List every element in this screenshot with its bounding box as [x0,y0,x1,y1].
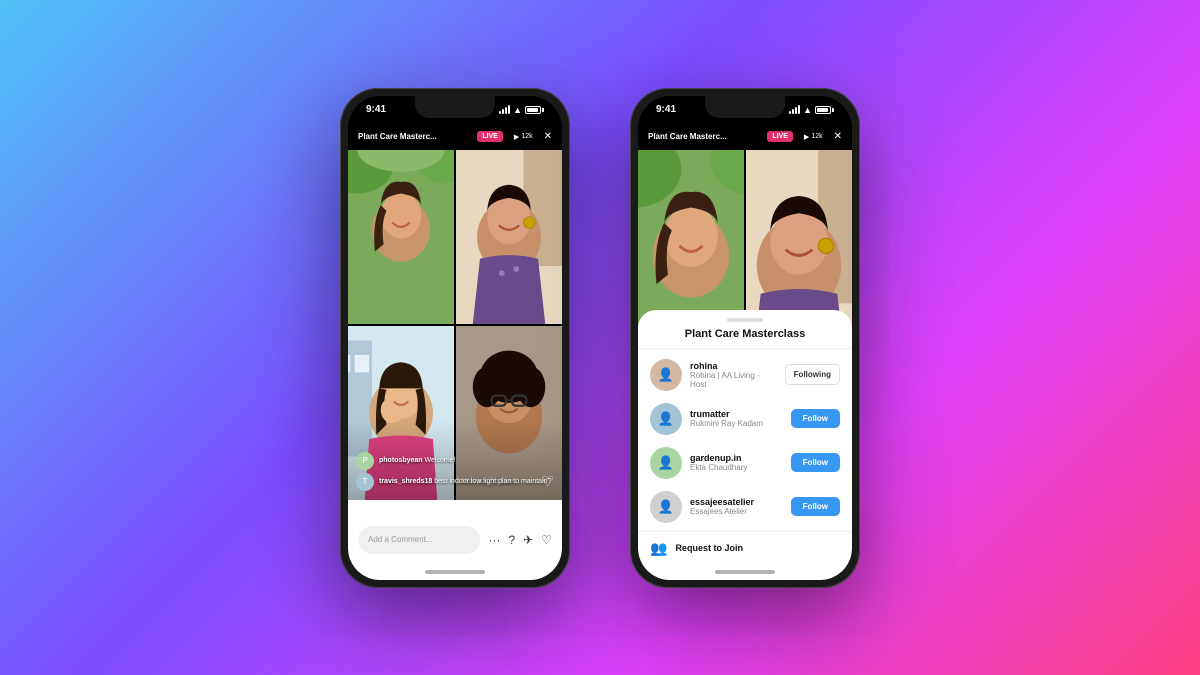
follow-button-essajees[interactable]: Follow [791,497,840,516]
viewers-icon: ▶ [514,133,519,141]
user-avatar-rohina: 👤 [650,359,682,391]
battery-icon [525,106,544,114]
live-title-1: Plant Care Masterc... [358,132,471,141]
user-info-essajees: essajeesatelier Essajees Atelier [690,497,783,516]
home-indicator-1 [425,570,485,574]
chat-message-2: T travis_shreds18 best indoor low light … [356,473,554,491]
notch [415,96,495,118]
chat-text-2: travis_shreds18 best indoor low light pl… [379,478,551,485]
live-header-1: Plant Care Masterc... LIVE ▶ 12k ✕ [348,124,562,150]
comment-input[interactable]: Add a Comment... [358,526,480,554]
heart-icon-1: ♡ [541,473,554,490]
user-row-essajees: 👤 essajeesatelier Essajees Atelier Follo… [638,485,852,529]
viewers-badge-1: ▶ 12k [509,131,538,143]
viewers-badge-2: ▶ 12k [799,131,828,143]
bottom-bar-1: Add a Comment... ··· ? ✈ ♡ [348,500,562,580]
more-options-button[interactable]: ··· [488,533,500,547]
modal-title: Plant Care Masterclass [638,328,852,340]
username-essajees: essajeesatelier [690,497,783,507]
status-icons-1: ▲ [499,105,544,115]
request-join-row[interactable]: 👥 Request to Join [638,531,852,565]
user-row-gardenup: 👤 gardenup.in Ekta Chaudhary Follow [638,441,852,485]
user-sub-trumatter: Rukmini Ray Kadam [690,419,783,428]
live-badge-2: LIVE [767,131,793,142]
user-avatar-trumatter: 👤 [650,403,682,435]
following-button-rohina[interactable]: Following [785,364,840,385]
user-avatar-gardenup: 👤 [650,447,682,479]
battery-icon-2 [815,106,834,114]
chat-message-1: P photosbyean Welcome! [356,452,554,470]
user-avatar-essajees: 👤 [650,491,682,523]
username-gardenup: gardenup.in [690,453,783,463]
live-badge-1: LIVE [477,131,503,142]
follow-button-trumatter[interactable]: Follow [791,409,840,428]
user-row-rohina: 👤 rohina Rohina | AA Living · Host Follo… [638,353,852,397]
user-sub-rohina: Rohina | AA Living · Host [690,371,777,389]
video-cell-1 [348,150,454,324]
modal-sheet: Plant Care Masterclass 👤 rohina Rohina |… [638,310,852,580]
request-join-text: Request to Join [675,543,743,553]
live-header-2: Plant Care Masterc... LIVE ▶ 12k ✕ [638,124,852,150]
dm-icon[interactable]: ✈ [523,533,533,547]
status-time-1: 9:41 [366,104,386,115]
wifi-icon-2: ▲ [803,105,812,115]
home-indicator-2 [715,570,775,574]
username-trumatter: trumatter [690,409,783,419]
chat-text-1: photosbyean Welcome! [379,457,456,464]
user-row-trumatter: 👤 trumatter Rukmini Ray Kadam Follow [638,397,852,441]
notch-2 [705,96,785,118]
video-cell-2 [456,150,562,324]
signal-icon [499,105,510,114]
user-sub-essajees: Essajees Atelier [690,507,783,516]
chat-avatar-1: P [356,452,374,470]
user-info-gardenup: gardenup.in Ekta Chaudhary [690,453,783,472]
status-icons-2: ▲ [789,105,834,115]
like-icon[interactable]: ♡ [541,533,552,547]
request-join-icon: 👥 [650,540,667,557]
signal-icon-2 [789,105,800,114]
user-info-trumatter: trumatter Rukmini Ray Kadam [690,409,783,428]
chat-avatar-2: T [356,473,374,491]
viewers-icon-2: ▶ [804,133,809,141]
chat-overlay: P photosbyean Welcome! T travis_shreds18… [348,420,562,500]
user-sub-gardenup: Ekta Chaudhary [690,463,783,472]
close-button-1[interactable]: ✕ [544,131,552,142]
phone-2: 9:41 ▲ Plant Care Masterc... LIVE [630,88,860,588]
username-rohina: rohina [690,361,777,371]
modal-divider [638,348,852,349]
live-title-2: Plant Care Masterc... [648,132,761,141]
action-icons: ? ✈ ♡ [508,533,552,547]
follow-button-gardenup[interactable]: Follow [791,453,840,472]
status-time-2: 9:41 [656,104,676,115]
modal-handle [727,318,763,322]
wifi-icon: ▲ [513,105,522,115]
question-icon[interactable]: ? [508,533,515,547]
user-info-rohina: rohina Rohina | AA Living · Host [690,361,777,389]
close-button-2[interactable]: ✕ [834,131,842,142]
phone-1: 9:41 ▲ Plant Care Masterc... LIVE [340,88,570,588]
